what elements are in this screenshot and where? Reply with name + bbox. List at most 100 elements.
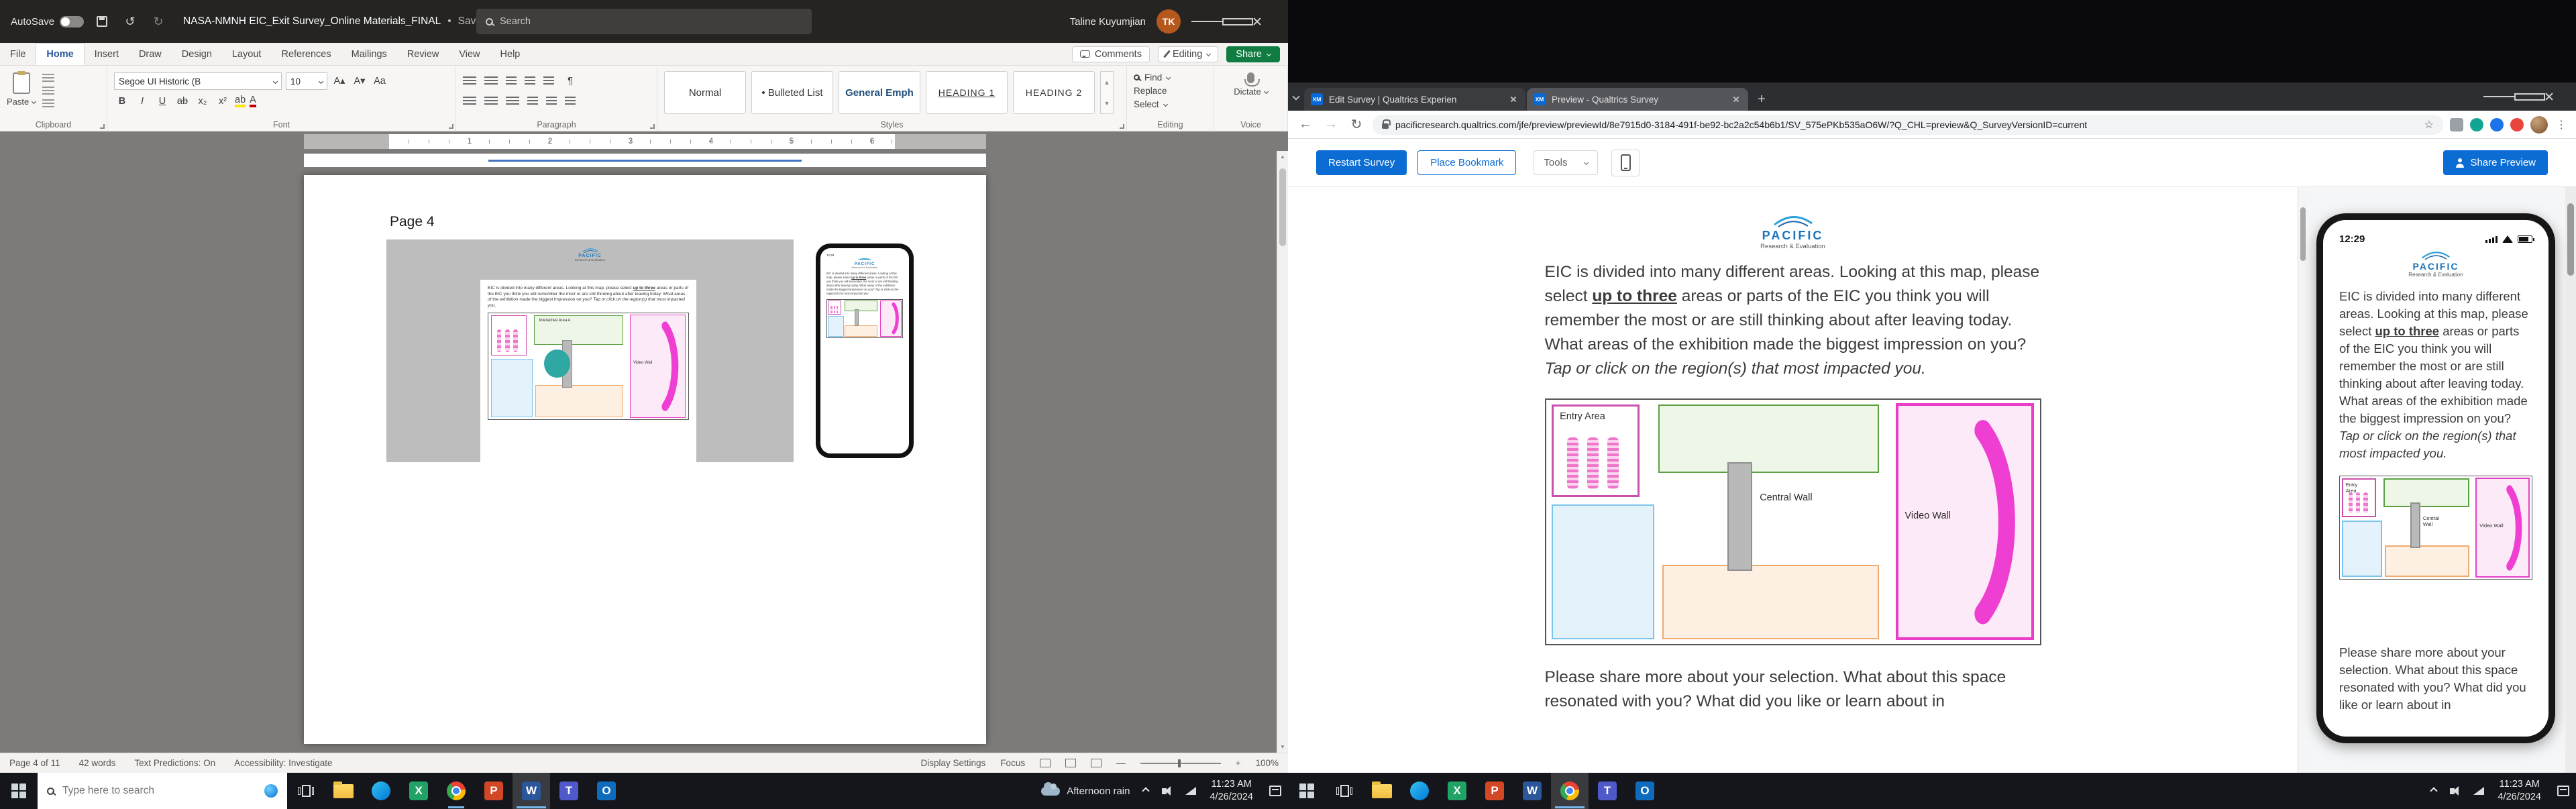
extension-icon-2[interactable] — [2470, 118, 2483, 131]
styles-gallery-scroll[interactable]: ▲ ▼ — [1100, 71, 1114, 114]
weather-widget[interactable]: Afternoon rain — [1041, 786, 1130, 797]
browser-scrollbar[interactable] — [2565, 187, 2576, 773]
taskbar-app-chrome[interactable] — [437, 773, 475, 809]
borders-button[interactable] — [565, 97, 576, 106]
map-region-blue[interactable] — [1552, 504, 1654, 639]
map-region-central-wall[interactable] — [1727, 462, 1752, 571]
taskbar-clock[interactable]: 11:23 AM 4/26/2024 — [2498, 778, 2541, 804]
tab-list-chevron-icon[interactable] — [1292, 93, 1299, 100]
style-normal[interactable]: Normal — [664, 71, 746, 114]
embedded-survey-figure[interactable]: PACIFIC Research & Evaluation EIC is div… — [386, 239, 916, 462]
chrome-menu-icon[interactable]: ⋮ — [2555, 118, 2568, 131]
map-region-entry-area[interactable]: Entry Area — [2342, 478, 2376, 517]
taskbar-app-word[interactable]: W — [1513, 773, 1551, 809]
map-region-orange[interactable] — [2385, 545, 2469, 577]
taskbar-app-edge[interactable] — [1401, 773, 1438, 809]
shading-button[interactable] — [546, 97, 557, 106]
tab-design[interactable]: Design — [172, 43, 222, 65]
share-button[interactable]: Share — [1226, 46, 1280, 62]
select-button[interactable]: Select — [1134, 99, 1207, 109]
taskbar-app-chrome[interactable] — [1551, 773, 1589, 809]
zoom-slider[interactable] — [1140, 763, 1221, 764]
clear-formatting-button[interactable] — [392, 72, 408, 90]
tab-draw[interactable]: Draw — [129, 43, 172, 65]
tab-insert[interactable]: Insert — [85, 43, 129, 65]
action-center-icon[interactable] — [1269, 786, 1281, 796]
tab-layout[interactable]: Layout — [222, 43, 272, 65]
read-mode-icon[interactable] — [1040, 759, 1051, 767]
speaker-icon[interactable] — [2450, 788, 2455, 794]
tab-help[interactable]: Help — [490, 43, 531, 65]
taskbar-app-outlook[interactable]: O — [1626, 773, 1664, 809]
paste-button[interactable]: Paste — [7, 71, 36, 109]
taskbar-app-powerpoint[interactable]: P — [475, 773, 513, 809]
maximize-button[interactable] — [2514, 93, 2545, 101]
superscript-button[interactable]: x² — [215, 93, 231, 110]
tab-preview-survey[interactable]: XM Preview - Qualtrics Survey — [1527, 88, 1748, 111]
status-text-predictions[interactable]: Text Predictions: On — [134, 758, 215, 768]
status-focus[interactable]: Focus — [1000, 758, 1025, 768]
ruler[interactable]: 1 2 3 4 5 6 — [0, 131, 1288, 151]
address-bar[interactable]: pacificresearch.qualtrics.com/jfe/previe… — [1373, 115, 2443, 135]
line-spacing-button[interactable] — [527, 97, 538, 106]
highlight-color-button[interactable]: ab — [235, 95, 246, 108]
subscript-button[interactable]: x₂ — [195, 93, 211, 110]
underline-button[interactable]: U — [154, 93, 170, 110]
style-general-emph[interactable]: General Emph — [839, 71, 920, 114]
save-button[interactable] — [92, 11, 112, 32]
map-region-entry-area[interactable]: Entry Area — [1552, 404, 1640, 497]
redo-button[interactable]: ↻ — [148, 11, 168, 32]
numbering-button[interactable] — [484, 76, 498, 86]
scrollbar-thumb[interactable] — [1279, 168, 1286, 246]
tray-expand-icon[interactable] — [2430, 787, 2438, 794]
extension-icon-3[interactable] — [2490, 118, 2504, 131]
document-scrollbar[interactable]: ▲ ▼ — [1277, 151, 1288, 753]
cut-button[interactable] — [42, 74, 54, 83]
status-accessibility[interactable]: Accessibility: Investigate — [234, 758, 332, 768]
map-region-central-wall[interactable] — [2410, 502, 2420, 548]
taskbar-clock[interactable]: 11:23 AM 4/26/2024 — [1210, 778, 1253, 804]
taskbar-app-teams[interactable]: T — [550, 773, 588, 809]
close-button[interactable] — [2545, 93, 2576, 101]
task-view-button[interactable] — [1326, 773, 1363, 809]
tab-references[interactable]: References — [271, 43, 341, 65]
extension-icon-4[interactable] — [2510, 118, 2524, 131]
tab-home[interactable]: Home — [36, 43, 84, 65]
mobile-view-toggle[interactable] — [1611, 150, 1640, 176]
map-region-green[interactable] — [2383, 478, 2469, 507]
word-search-box[interactable]: Search — [476, 9, 812, 34]
share-preview-button[interactable]: Share Preview — [2443, 150, 2548, 175]
zoom-level[interactable]: 100% — [1255, 758, 1279, 768]
clipboard-dialog-launcher[interactable] — [100, 124, 105, 129]
start-button[interactable] — [1288, 773, 1326, 809]
map-region-orange[interactable] — [1662, 565, 1878, 639]
taskbar-app-excel[interactable]: X — [1438, 773, 1476, 809]
find-button[interactable]: Find — [1134, 72, 1207, 83]
new-tab-button[interactable]: + — [1752, 90, 1771, 109]
tab-file[interactable]: File — [0, 43, 36, 65]
close-tab-icon[interactable] — [1731, 94, 1741, 105]
taskbar-search-input[interactable] — [62, 785, 230, 797]
paragraph-mark-button[interactable]: ¶ — [562, 72, 578, 90]
status-display-settings[interactable]: Display Settings — [921, 758, 986, 768]
style-heading-2[interactable]: HEADING 2 — [1013, 71, 1095, 114]
forward-button[interactable]: → — [1322, 117, 1340, 132]
survey-scrollbar[interactable] — [2298, 187, 2307, 773]
map-region-green[interactable] — [1658, 404, 1878, 473]
format-painter-button[interactable] — [42, 99, 54, 109]
taskbar-app-file-explorer[interactable] — [1363, 773, 1401, 809]
zoom-in-button[interactable]: + — [1236, 758, 1241, 768]
minimize-button[interactable] — [1191, 9, 1222, 34]
zoom-out-button[interactable]: — — [1116, 758, 1126, 768]
avatar[interactable]: TK — [1157, 9, 1181, 34]
task-view-button[interactable] — [287, 773, 325, 809]
profile-avatar[interactable] — [2530, 116, 2548, 133]
align-center-button[interactable] — [484, 97, 498, 106]
document-page-4[interactable]: Page 4 PACIFIC Research & Evaluation — [304, 175, 986, 744]
network-icon[interactable] — [1185, 787, 1196, 795]
close-tab-icon[interactable] — [1508, 94, 1519, 105]
status-word-count[interactable]: 42 words — [79, 758, 116, 768]
align-right-button[interactable] — [506, 97, 519, 106]
taskbar-app-powerpoint[interactable]: P — [1476, 773, 1513, 809]
styles-dialog-launcher[interactable] — [1120, 124, 1124, 129]
